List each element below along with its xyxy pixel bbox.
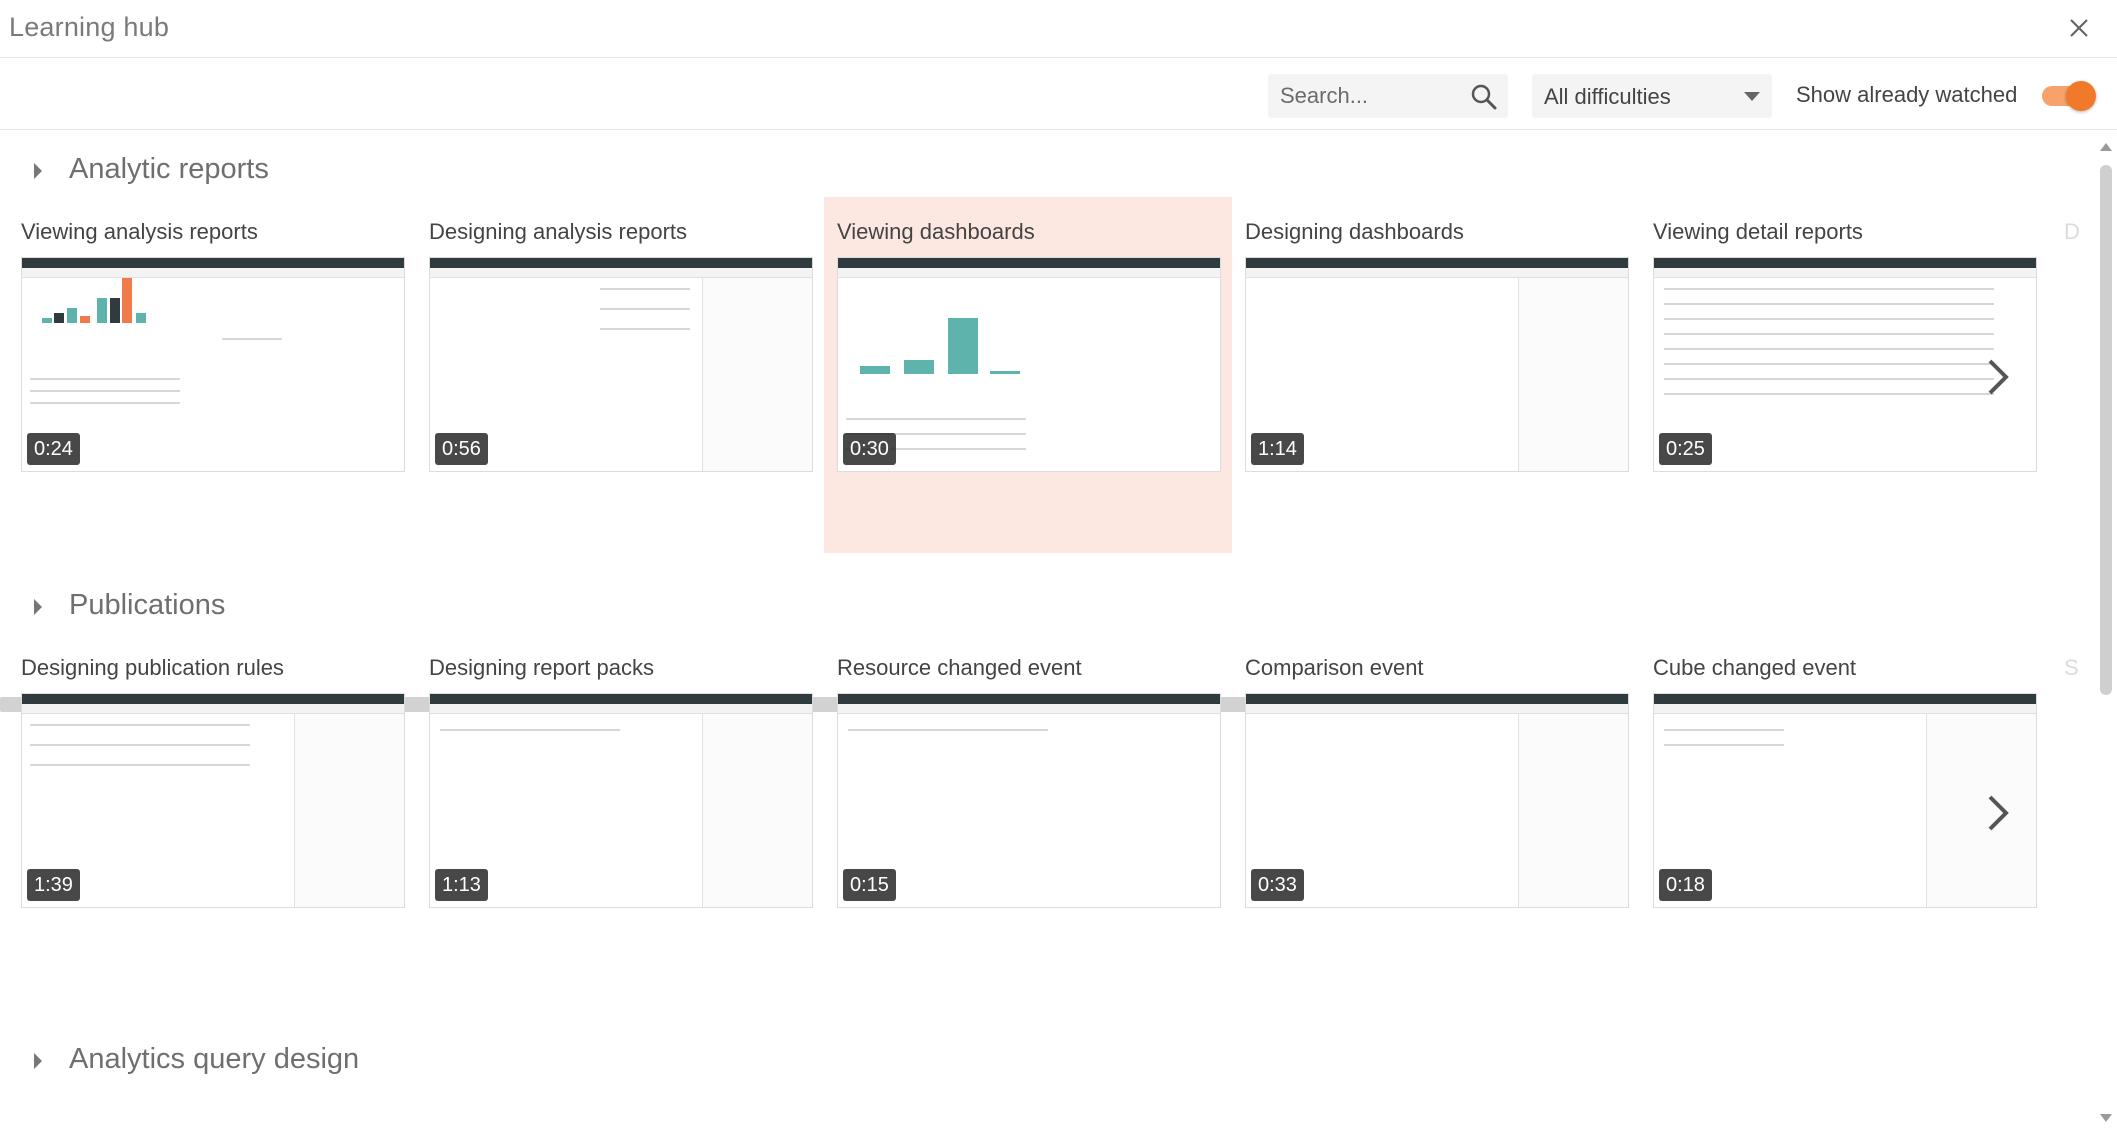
duration-badge: 1:14	[1251, 433, 1304, 465]
scrollbar-thumb[interactable]	[2100, 165, 2112, 695]
video-title-partial: S	[2064, 655, 2079, 680]
video-title: Cube changed event	[1653, 655, 1857, 680]
duration-badge: 1:13	[435, 869, 488, 901]
caret-right-icon	[34, 163, 42, 179]
section-analytic-reports: Analytic reports Viewing analysis report…	[0, 151, 2095, 591]
video-card[interactable]: Comparison event 0:33	[1232, 633, 1640, 989]
window-title: Learning hub	[9, 12, 170, 42]
scroll-down-icon[interactable]	[2100, 1114, 2112, 1122]
video-catalog: Analytic reports Viewing analysis report…	[0, 131, 2095, 1130]
video-title: Designing dashboards	[1245, 219, 1464, 244]
video-title-partial: D	[2064, 219, 2080, 244]
video-card[interactable]: Designing publication rules 1:39	[8, 633, 416, 989]
title-bar: Learning hub	[0, 0, 2117, 58]
video-card[interactable]: Designing report packs 1:13	[416, 633, 824, 989]
video-card-partial[interactable]: D	[2060, 197, 2095, 553]
video-card[interactable]: Viewing analysis reports 0:24	[8, 197, 416, 553]
duration-badge: 0:56	[435, 433, 488, 465]
difficulty-select-value: All difficulties	[1544, 84, 1671, 109]
filter-toolbar: All difficulties Show already watched	[0, 58, 2117, 130]
scroll-up-icon[interactable]	[2100, 143, 2112, 151]
video-title: Designing publication rules	[21, 655, 284, 680]
search-input[interactable]	[1268, 74, 1468, 118]
duration-badge: 1:39	[27, 869, 80, 901]
video-title: Viewing analysis reports	[21, 219, 258, 244]
video-title: Viewing dashboards	[837, 219, 1035, 244]
duration-badge: 0:25	[1659, 433, 1712, 465]
section-title: Analytics query design	[69, 1043, 360, 1075]
show-watched-label: Show already watched	[1796, 82, 2018, 107]
video-title: Resource changed event	[837, 655, 1082, 680]
caret-right-icon	[34, 599, 42, 615]
section-publications: Publications Designing publication rules…	[0, 587, 2095, 1027]
video-card[interactable]: Designing dashboards 1:14	[1232, 197, 1640, 553]
chevron-right-icon[interactable]	[1986, 793, 2010, 833]
close-icon[interactable]	[2067, 16, 2091, 40]
video-title: Designing analysis reports	[429, 219, 688, 244]
section-analytics-query-design: Analytics query design	[0, 1041, 2095, 1101]
search-box	[1268, 74, 1508, 118]
vertical-scrollbar[interactable]	[2095, 131, 2117, 1130]
duration-badge: 0:18	[1659, 869, 1712, 901]
difficulty-select[interactable]: All difficulties	[1532, 74, 1772, 118]
duration-badge: 0:24	[27, 433, 80, 465]
toggle-knob	[2066, 81, 2096, 111]
video-card[interactable]: Viewing dashboards 0:30	[824, 197, 1232, 553]
video-title: Designing report packs	[429, 655, 655, 680]
duration-badge: 0:33	[1251, 869, 1304, 901]
video-card[interactable]: Designing analysis reports 0:56	[416, 197, 824, 553]
chevron-right-icon[interactable]	[1986, 357, 2010, 397]
video-title: Viewing detail reports	[1653, 219, 1863, 244]
search-icon[interactable]	[1470, 83, 1498, 111]
chevron-down-icon	[1744, 92, 1760, 101]
section-title: Publications	[69, 589, 226, 621]
section-title: Analytic reports	[69, 153, 269, 185]
video-title: Comparison event	[1245, 655, 1424, 680]
show-watched-toggle[interactable]	[2042, 80, 2096, 111]
duration-badge: 0:30	[843, 433, 896, 465]
video-card[interactable]: Resource changed event 0:15	[824, 633, 1232, 989]
caret-right-icon	[34, 1053, 42, 1069]
duration-badge: 0:15	[843, 869, 896, 901]
video-card-partial[interactable]: S	[2060, 633, 2095, 989]
